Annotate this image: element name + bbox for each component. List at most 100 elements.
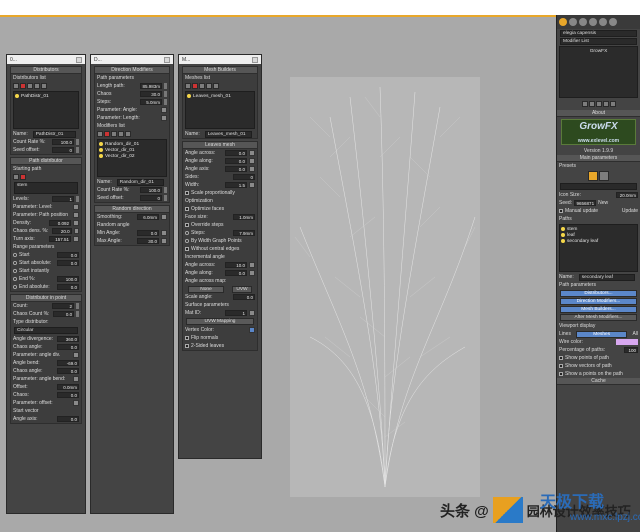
- open-folder-icon[interactable]: [588, 171, 598, 181]
- type-distributor-select[interactable]: Circular: [14, 327, 78, 334]
- without-central-checkbox[interactable]: [185, 247, 189, 251]
- end-absolute-radio[interactable]: [13, 285, 17, 289]
- instance-icon[interactable]: [125, 131, 131, 137]
- start-absolute-input[interactable]: 0.0: [57, 260, 79, 266]
- cache-header[interactable]: Cache: [557, 378, 640, 385]
- new-button[interactable]: New: [598, 200, 608, 206]
- uvw-button[interactable]: UVW: [232, 285, 252, 293]
- graph-icon[interactable]: [73, 228, 79, 234]
- two-sided-checkbox[interactable]: [185, 344, 189, 348]
- delete-icon[interactable]: [20, 83, 26, 89]
- graph-icon[interactable]: [161, 107, 167, 113]
- seed-input[interactable]: 9656871: [574, 200, 597, 206]
- random-direction-header[interactable]: Random direction: [95, 206, 169, 213]
- angle-axis-input[interactable]: 0.0: [57, 416, 79, 422]
- presets-field[interactable]: [560, 183, 637, 190]
- delete-icon[interactable]: [192, 83, 198, 89]
- count-rate-input[interactable]: 100.0: [52, 139, 74, 145]
- max-angle-input[interactable]: 30.0: [137, 238, 159, 244]
- uvw-mapping-button[interactable]: UVW Mapping: [186, 318, 254, 325]
- delete-icon[interactable]: [104, 131, 110, 137]
- paths-list[interactable]: stem leaf secondary leaf: [559, 224, 638, 272]
- list-item[interactable]: Leaves_mesh_01: [187, 93, 253, 99]
- graph-icon[interactable]: [73, 376, 79, 382]
- close-icon[interactable]: [76, 56, 82, 63]
- steps-input[interactable]: 7.9mm: [233, 230, 255, 236]
- instance-icon[interactable]: [213, 83, 219, 89]
- seed-offset-input[interactable]: 0: [140, 195, 162, 201]
- manual-update-checkbox[interactable]: [559, 209, 563, 213]
- copy-icon[interactable]: [27, 83, 33, 89]
- none-button[interactable]: None: [188, 285, 224, 293]
- graph-icon[interactable]: [161, 214, 167, 220]
- distributors-panel[interactable]: 0... Distributors Distributors list Path…: [6, 54, 86, 514]
- name-field[interactable]: Random_dir_01: [116, 178, 164, 186]
- graph-icon[interactable]: [73, 204, 79, 210]
- leaves-mesh-header[interactable]: Leaves mesh: [183, 142, 257, 149]
- by-width-graph-radio[interactable]: [185, 239, 189, 243]
- start-input[interactable]: 0.0: [57, 252, 79, 258]
- mat-id-input[interactable]: 1: [225, 310, 247, 316]
- inc-angle-across-input[interactable]: 10.0: [225, 262, 247, 268]
- count-input[interactable]: 2: [52, 303, 74, 309]
- face-size-input[interactable]: 1.0mm: [233, 214, 255, 220]
- graph-icon[interactable]: [73, 352, 79, 358]
- chaos-input[interactable]: 0.0: [57, 392, 79, 398]
- after-mesh-modifiers-button[interactable]: After Mesh Modifiers...: [560, 314, 637, 321]
- smoothing-input[interactable]: 6.0mm: [137, 214, 159, 220]
- update-button[interactable]: Update: [622, 208, 638, 214]
- pick-icon[interactable]: [13, 174, 19, 180]
- min-angle-input[interactable]: 0.0: [137, 230, 159, 236]
- direction-modifiers-panel[interactable]: D... Direction Modifiers Path parameters…: [90, 54, 174, 514]
- graph-icon[interactable]: [249, 262, 255, 268]
- meshes-list[interactable]: Leaves_mesh_01: [185, 91, 255, 129]
- chaos-dens-input[interactable]: 20.0: [52, 228, 72, 234]
- close-icon[interactable]: [252, 56, 258, 63]
- chaos-angle-input[interactable]: 0.0: [57, 344, 79, 350]
- save-icon[interactable]: [599, 171, 609, 181]
- graph-icon[interactable]: [73, 400, 79, 406]
- hierarchy-tab-icon[interactable]: [579, 18, 587, 26]
- count-rate-input[interactable]: 100.0: [140, 187, 162, 193]
- path-name-field[interactable]: secondary leaf: [578, 273, 635, 281]
- density-input[interactable]: 0.092: [49, 220, 71, 226]
- paste-icon[interactable]: [206, 83, 212, 89]
- end-input[interactable]: 100.0: [57, 276, 79, 282]
- start-instantly-radio[interactable]: [13, 269, 17, 273]
- end-absolute-input[interactable]: 0.0: [57, 284, 79, 290]
- instance-icon[interactable]: [41, 83, 47, 89]
- override-steps-checkbox[interactable]: [185, 223, 189, 227]
- angle-across-input[interactable]: 0.0: [225, 150, 247, 156]
- graph-icon[interactable]: [249, 158, 255, 164]
- show-end-icon[interactable]: [588, 101, 595, 107]
- graph-icon[interactable]: [249, 310, 255, 316]
- path-distributor-header[interactable]: Path distributor: [11, 158, 81, 165]
- add-icon[interactable]: [97, 131, 103, 137]
- mesh-builders-button[interactable]: Mesh Builders...: [560, 306, 637, 313]
- distributors-list[interactable]: PathDistr_01: [13, 91, 79, 129]
- copy-icon[interactable]: [199, 83, 205, 89]
- sides-input[interactable]: 0: [233, 174, 255, 180]
- graph-icon[interactable]: [249, 182, 255, 188]
- flip-normals-checkbox[interactable]: [185, 336, 189, 340]
- graph-icon[interactable]: [161, 115, 167, 121]
- main-parameters-header[interactable]: Main parameters: [557, 155, 640, 162]
- turn-axis-input[interactable]: 157.51: [49, 236, 71, 242]
- list-item[interactable]: Vector_dir_02: [99, 153, 165, 159]
- stack-item[interactable]: GrowFX: [561, 48, 636, 54]
- command-panel[interactable]: elegia capensis Modifier List GrowFX Abo…: [556, 15, 640, 532]
- copy-icon[interactable]: [111, 131, 117, 137]
- mesh-builders-panel[interactable]: M... Mesh Builders Meshes list Leaves_me…: [178, 54, 262, 459]
- start-radio[interactable]: [13, 253, 17, 257]
- distributor-in-point-header[interactable]: Distributor in point: [11, 295, 81, 302]
- graph-icon[interactable]: [73, 220, 79, 226]
- levels-input[interactable]: 1: [52, 196, 74, 202]
- chaos-input[interactable]: 30.0: [140, 91, 162, 97]
- end-radio[interactable]: [13, 277, 17, 281]
- icon-size-input[interactable]: 20.0mm: [616, 192, 638, 198]
- graph-icon[interactable]: [249, 270, 255, 276]
- graph-icon[interactable]: [249, 166, 255, 172]
- direction-modifiers-button[interactable]: Direction Modifiers...: [560, 298, 637, 305]
- motion-tab-icon[interactable]: [589, 18, 597, 26]
- add-icon[interactable]: [185, 83, 191, 89]
